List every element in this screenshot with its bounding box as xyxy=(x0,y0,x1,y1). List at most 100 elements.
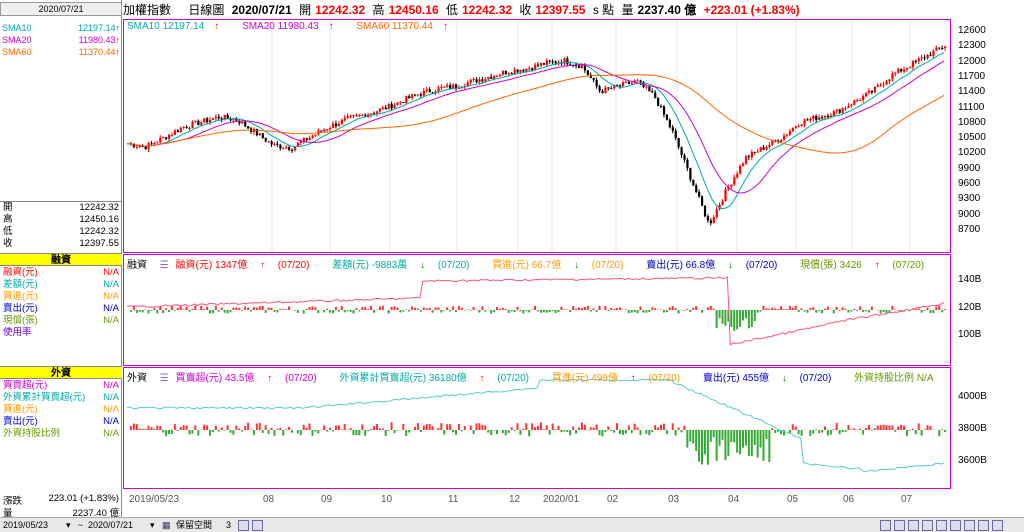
foreign-bar xyxy=(144,428,147,430)
foreign-bar xyxy=(352,430,355,435)
zoom-out-icon[interactable] xyxy=(252,520,263,531)
margin-bar xyxy=(867,310,870,313)
candle-body xyxy=(487,76,490,80)
bottom-toolbar: 2019/05/23 ▾ ~ 2020/07/21 ▾ ▦ 保留空間 3 xyxy=(0,517,1024,532)
candle-body xyxy=(428,89,431,93)
settings-icon[interactable] xyxy=(880,520,891,531)
foreign-bar xyxy=(721,430,724,440)
candle-body xyxy=(472,78,475,80)
foreign-bar xyxy=(323,425,326,430)
foreign-bar xyxy=(279,427,282,430)
margin-bar xyxy=(252,307,255,310)
candle-body xyxy=(747,156,751,158)
range-end[interactable]: 2020/07/21 xyxy=(88,518,133,532)
sidebar-foreign-row: 外資累計買賣超(元) N/A xyxy=(3,392,119,403)
list-icon[interactable]: ☰ xyxy=(160,260,169,271)
sidebar-margin-row: 買進(元) N/A xyxy=(3,291,119,302)
foreign-bar xyxy=(443,430,446,435)
foreign-bar xyxy=(446,424,449,430)
margin-bar xyxy=(677,310,680,314)
low-value: 12242.32 xyxy=(461,3,513,17)
y-tick-label: 100B xyxy=(958,329,982,340)
foreign-bar xyxy=(920,430,923,436)
margin-bar xyxy=(557,310,560,313)
price-chart-panel[interactable]: SMA10 12197.14 ↑ SMA20 11980.43 ↑ SMA60 11… xyxy=(123,19,951,253)
calendar-icon[interactable]: ▾ xyxy=(150,518,155,532)
margin-bar xyxy=(627,310,630,313)
margin-bar xyxy=(323,310,326,313)
margin-bar xyxy=(850,310,853,312)
margin-bar xyxy=(247,307,250,310)
candle-body xyxy=(867,90,871,93)
grid-icon[interactable] xyxy=(936,520,947,531)
refresh-icon[interactable] xyxy=(964,520,975,531)
foreign-bar xyxy=(455,430,457,435)
foreign-bar xyxy=(592,427,595,430)
save-icon[interactable]: ▦ xyxy=(162,518,171,532)
foreign-bar xyxy=(185,425,188,430)
candle-body xyxy=(446,85,449,87)
foreign-bar xyxy=(168,430,170,435)
footer-volume: 量 2237.40 億 xyxy=(3,508,119,519)
print-icon[interactable] xyxy=(908,520,919,531)
legend-foreign-ratio: 外資持股比例 N/A xyxy=(854,373,934,384)
candle-body xyxy=(733,177,736,185)
candle-body xyxy=(894,72,897,74)
foreign-bar xyxy=(176,430,179,432)
foreign-bar xyxy=(364,430,367,436)
foreign-bar xyxy=(630,430,633,434)
candle-body xyxy=(944,46,947,49)
margin-chart-panel[interactable]: 融資 ☰ 融資(元) 1347億 ↑ (07/20) 差額(元) -9883萬 … xyxy=(123,254,951,366)
foreign-bar xyxy=(206,425,209,430)
margin-bar xyxy=(762,305,765,310)
close-icon[interactable] xyxy=(992,520,1003,531)
foreign-bar xyxy=(797,430,800,435)
draw-icon[interactable] xyxy=(894,520,905,531)
sidebar-close: 收 12397.55 xyxy=(3,238,119,249)
foreign-bar xyxy=(818,430,821,434)
margin-bar xyxy=(188,310,191,312)
y-tick-label: 11700 xyxy=(958,70,986,82)
margin-bar xyxy=(870,306,873,310)
foreign-bar xyxy=(422,425,425,430)
candle-body xyxy=(276,143,279,145)
candle-body xyxy=(903,69,906,72)
range-start[interactable]: 2019/05/23 xyxy=(3,518,48,532)
foreign-bar xyxy=(923,429,926,430)
candle-body xyxy=(510,73,513,75)
margin-bar xyxy=(897,310,900,311)
candle-body xyxy=(513,69,516,74)
margin-bar xyxy=(838,310,841,312)
foreign-bar xyxy=(252,430,255,436)
foreign-bar xyxy=(291,430,293,433)
calendar-icon[interactable]: ▾ xyxy=(66,518,71,532)
export-icon[interactable] xyxy=(922,520,933,531)
margin-bar xyxy=(718,310,721,319)
candle-body xyxy=(537,64,540,66)
margin-bar xyxy=(217,310,220,312)
margin-bar xyxy=(496,306,498,310)
save-space-value[interactable]: 3 xyxy=(226,518,231,532)
zoom-in-icon[interactable] xyxy=(238,520,249,531)
candle-body xyxy=(797,126,800,128)
margin-bar xyxy=(832,310,835,314)
candle-body xyxy=(706,216,710,221)
margin-bar xyxy=(539,310,542,313)
foreign-bar xyxy=(449,424,452,430)
list-icon[interactable]: ☰ xyxy=(160,373,169,384)
foreign-chart-panel[interactable]: 外資 ☰ 買賣超(元) 43.5億 ↑ (07/20) 外資累計買賣超(元) 3… xyxy=(123,367,951,489)
sidebar-low: 低 12242.32 xyxy=(3,226,119,237)
margin-bar xyxy=(229,310,232,313)
foreign-bar xyxy=(378,428,381,430)
margin-bar xyxy=(255,307,258,310)
margin-bar xyxy=(378,306,381,310)
x-tick-label: 10 xyxy=(381,494,393,505)
foreign-bar xyxy=(481,424,484,430)
foreign-bar xyxy=(601,430,604,437)
margin-bar xyxy=(800,308,803,310)
margin-bar xyxy=(273,310,276,312)
margin-bar xyxy=(381,305,384,310)
margin-bar xyxy=(639,306,642,310)
crosshair-icon[interactable] xyxy=(950,520,961,531)
help-icon[interactable] xyxy=(978,520,989,531)
